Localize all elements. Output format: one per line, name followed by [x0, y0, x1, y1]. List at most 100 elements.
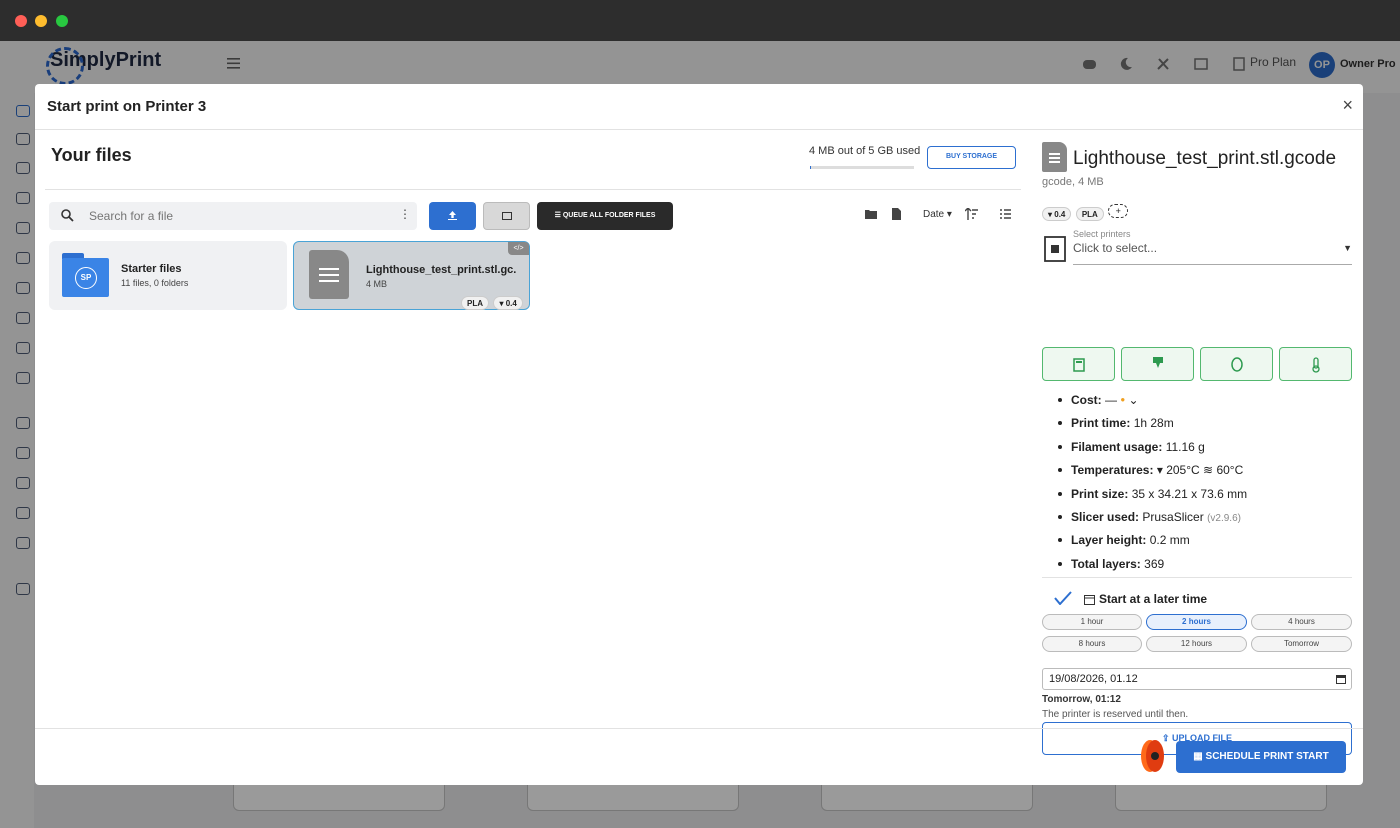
gcode-viewer-button[interactable]	[1042, 347, 1115, 381]
zoom-window-button[interactable]	[56, 15, 68, 27]
schedule-option-2-hours[interactable]: 2 hours	[1146, 614, 1247, 630]
spec-label: Slicer used:	[1071, 509, 1140, 524]
schedule-print-start-label: SCHEDULE PRINT START	[1205, 751, 1329, 762]
files-divider	[45, 189, 1021, 190]
close-icon[interactable]: ×	[1342, 95, 1353, 116]
sort-dropdown[interactable]: Date ▾	[923, 209, 952, 220]
later-title: Start at a later time	[1099, 592, 1208, 606]
spec-filament-usage: Filament usage: 11.16 g	[1057, 439, 1247, 462]
queue-all-folder-files-button[interactable]: ☰ QUEUE ALL FOLDER FILES	[537, 202, 673, 230]
search-input[interactable]	[89, 208, 389, 224]
nozzle-settings-button[interactable]	[1121, 347, 1194, 381]
dropdown-arrow-icon: ▼	[1343, 243, 1352, 253]
select-printers-dropdown[interactable]: Click to select... ▼	[1073, 241, 1352, 265]
window-titlebar	[0, 0, 1400, 41]
spec-print-size: Print size: 35 x 34.21 x 73.6 mm	[1057, 486, 1247, 509]
folder-meta: 11 files, 0 folders	[121, 278, 189, 288]
storage-usage-text: 4 MB out of 5 GB used	[809, 145, 921, 157]
heated-bed-icon: ≋	[1203, 463, 1214, 478]
sp-badge: SP	[75, 267, 97, 289]
spec-cost: Cost: — ● ⌄	[1057, 392, 1247, 415]
upload-icon	[448, 211, 457, 220]
list-icon: ☰	[554, 212, 563, 219]
filament-spool-icon[interactable]	[1139, 739, 1167, 773]
file-search: ⋮	[49, 202, 417, 230]
file-card-lighthouse[interactable]: </> Lighthouse_test_print.stl.gc... 4 MB…	[293, 241, 530, 310]
datetime-input[interactable]: 19/08/2026, 01.12	[1042, 668, 1352, 690]
nozzle-icon	[1153, 357, 1163, 368]
schedule-option-tomorrow[interactable]: Tomorrow	[1251, 636, 1352, 652]
folder-card-starter-files[interactable]: SP Starter files 11 files, 0 folders	[49, 241, 287, 310]
nozzle-temperature: 205°C	[1166, 463, 1200, 478]
spec-label: Filament usage:	[1071, 439, 1163, 454]
spec-label: Print time:	[1071, 416, 1131, 431]
modal-header: Start print on Printer 3 ×	[35, 84, 1363, 130]
schedule-option-1-hour[interactable]: 1 hour	[1042, 614, 1142, 630]
sort-direction-icon[interactable]	[965, 208, 978, 220]
files-title: Your files	[51, 145, 132, 165]
details-tags: ▾ 0.4 PLA +	[1042, 204, 1129, 222]
details-file-name: Lighthouse_test_print.stl.gcode	[1073, 148, 1337, 169]
minimize-window-button[interactable]	[35, 15, 47, 27]
nozzle-tag: ▾ 0.4	[493, 296, 523, 310]
select-printers-value: Click to select...	[1073, 241, 1158, 255]
select-printers-label: Select printers	[1073, 229, 1131, 239]
spec-value: —	[1105, 393, 1118, 407]
nozzle-icon: ▾	[1156, 463, 1163, 478]
material-tag: PLA	[461, 296, 489, 310]
later-divider	[1042, 577, 1352, 578]
material-tag: PLA	[1075, 207, 1104, 221]
spec-value: 11.16 g	[1165, 439, 1205, 454]
nozzle-tag-value: 0.4	[1054, 210, 1066, 219]
schedule-option-12-hours[interactable]: 12 hours	[1146, 636, 1247, 652]
calendar-icon	[1084, 595, 1095, 605]
spec-temperatures: Temperatures: ▾ 205°C ≋ 60°C	[1057, 462, 1247, 485]
new-folder-button[interactable]	[483, 202, 530, 230]
filament-settings-button[interactable]	[1200, 347, 1273, 381]
file-view-icon[interactable]	[892, 208, 901, 220]
spec-slicer: Slicer used: PrusaSlicer (v2.9.6)	[1057, 509, 1247, 532]
warning-dot-icon: ●	[1120, 395, 1126, 404]
spec-value: 0.2 mm	[1149, 533, 1190, 548]
folder-plus-icon	[502, 212, 512, 220]
nozzle-tag: ▾ 0.4	[1042, 207, 1072, 221]
spec-label: Cost:	[1071, 393, 1102, 407]
nozzle-tag-value: 0.4	[505, 299, 517, 308]
spec-label: Layer height:	[1071, 533, 1147, 548]
schedule-option-8-hours[interactable]: 8 hours	[1042, 636, 1142, 652]
code-icon[interactable]: </>	[508, 242, 529, 255]
buy-storage-button[interactable]: BUY STORAGE	[927, 146, 1016, 169]
spec-layer-height: Layer height: 0.2 mm	[1057, 532, 1247, 555]
spec-value: 1h 28m	[1133, 416, 1174, 431]
file-details-panel: Lighthouse_test_print.stl.gcode gcode, 4…	[1042, 130, 1363, 755]
file-size: 4 MB	[366, 279, 388, 289]
schedule-summary: Tomorrow, 01:12	[1042, 694, 1121, 705]
spec-label: Total layers:	[1071, 556, 1141, 571]
file-icon	[309, 250, 349, 299]
calculator-icon	[1073, 358, 1085, 372]
upload-button[interactable]	[429, 202, 476, 230]
datetime-value: 19/08/2026, 01.12	[1049, 673, 1138, 685]
schedule-option-4-hours[interactable]: 4 hours	[1251, 614, 1352, 630]
list-view-icon[interactable]	[1000, 209, 1011, 219]
print-specs-list: Cost: — ● ⌄ Print time: 1h 28m Filament …	[1057, 392, 1247, 579]
schedule-print-start-button[interactable]: ▦ SCHEDULE PRINT START	[1176, 741, 1346, 773]
file-icon	[1042, 142, 1067, 172]
folder-name: Starter files	[121, 263, 182, 275]
calendar-picker-icon[interactable]	[1336, 675, 1346, 684]
spec-print-time: Print time: 1h 28m	[1057, 415, 1247, 438]
queue-all-label: QUEUE ALL FOLDER FILES	[562, 212, 656, 219]
spec-label: Temperatures:	[1071, 463, 1154, 478]
chevron-down-icon[interactable]: ⌄	[1129, 393, 1139, 407]
thermometer-icon	[1312, 357, 1320, 373]
folder-view-icon[interactable]	[865, 209, 877, 219]
spec-value: PrusaSlicer	[1142, 509, 1204, 524]
file-name: Lighthouse_test_print.stl.gc...	[366, 264, 516, 276]
folder-icon: SP	[62, 253, 109, 297]
temperature-settings-button[interactable]	[1279, 347, 1352, 381]
checkmark-icon[interactable]	[1054, 591, 1072, 605]
filament-spool-icon	[1231, 357, 1243, 372]
close-window-button[interactable]	[15, 15, 27, 27]
storage-usage-bar	[810, 166, 914, 169]
more-options-icon[interactable]: ⋮	[399, 207, 411, 221]
